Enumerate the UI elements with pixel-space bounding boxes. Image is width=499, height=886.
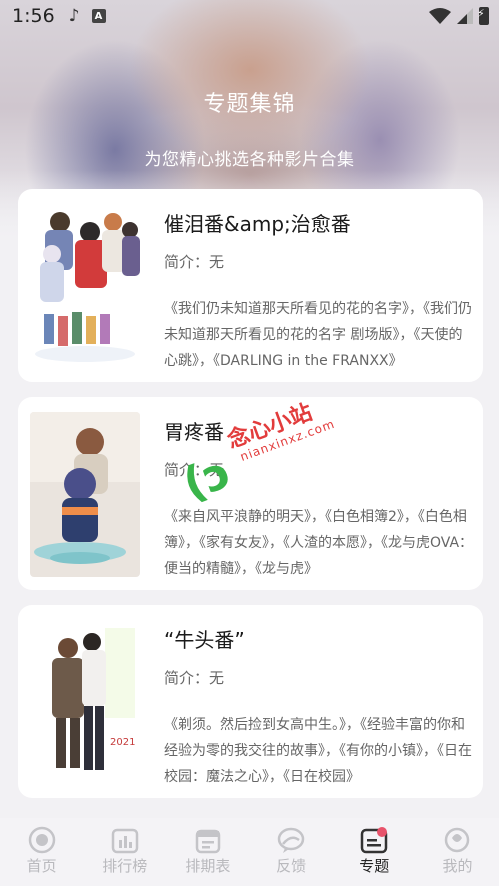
wifi-icon	[429, 8, 451, 24]
status-bar: 1:56 ♪ A	[0, 0, 499, 32]
nav-label: 排期表	[185, 857, 231, 875]
home-icon	[28, 826, 55, 854]
keyboard-a-icon: A	[91, 9, 106, 23]
calendar-icon	[195, 829, 221, 854]
collection-cover: 2021	[30, 620, 140, 785]
bottom-nav: 首页 排行榜 排期表 反馈 专题 我的	[0, 818, 499, 886]
profile-icon	[445, 827, 470, 853]
page-subtitle: 为您精心挑选各种影片合集	[144, 150, 355, 170]
collection-title: 催泪番&amp;治愈番	[164, 212, 351, 236]
collection-info: “牛头番” 简介：无 《剃须。然后捡到女高中生。》，《经验丰富的你和经验为零的我…	[164, 620, 472, 788]
nav-item-ranking[interactable]: 排行榜	[83, 818, 166, 886]
collection-card[interactable]: 催泪番&amp;治愈番 简介：无 《我们仍未知道那天所看见的花的名字》，《我们仍…	[18, 189, 483, 382]
collection-card[interactable]: 2021 “牛头番” 简介：无 《剃须。然后捡到女高中生。》，《经验丰富的你和经…	[18, 605, 483, 798]
collection-intro: 简介：无	[164, 669, 225, 687]
nav-item-topics[interactable]: 专题	[333, 818, 416, 886]
nav-label: 反馈	[276, 857, 307, 875]
collection-titles: 《剃须。然后捡到女高中生。》，《经验丰富的你和经验为零的我交往的故事》，《有你的…	[164, 717, 472, 785]
status-time: 1:56	[12, 5, 55, 27]
nav-item-home[interactable]: 首页	[0, 818, 83, 886]
svg-text:2021: 2021	[110, 737, 135, 748]
collection-info: 催泪番&amp;治愈番 简介：无 《我们仍未知道那天所看见的花的名字》，《我们仍…	[164, 204, 472, 372]
collection-cover	[30, 412, 140, 577]
signal-icon	[457, 8, 473, 24]
nav-item-feedback[interactable]: 反馈	[250, 818, 333, 886]
nav-label: 首页	[26, 857, 57, 875]
page-title: 专题集锦	[203, 92, 296, 117]
collection-cover	[30, 204, 140, 369]
nav-item-schedule[interactable]: 排期表	[166, 818, 249, 886]
nav-item-profile[interactable]: 我的	[416, 818, 499, 886]
music-note-icon: ♪	[68, 6, 80, 26]
feedback-icon	[277, 827, 305, 853]
nav-label: 排行榜	[102, 857, 148, 875]
nav-label: 专题	[359, 857, 390, 875]
collection-intro: 简介：无	[164, 253, 225, 271]
ranking-icon	[111, 828, 138, 854]
nav-label: 我的	[442, 857, 473, 875]
collection-titles: 《我们仍未知道那天所看见的花的名字》，《我们仍未知道那天所看见的花的名字 剧场版…	[164, 301, 472, 369]
collection-title: “牛头番”	[164, 628, 245, 652]
battery-icon	[477, 7, 489, 25]
topics-icon	[361, 827, 388, 854]
